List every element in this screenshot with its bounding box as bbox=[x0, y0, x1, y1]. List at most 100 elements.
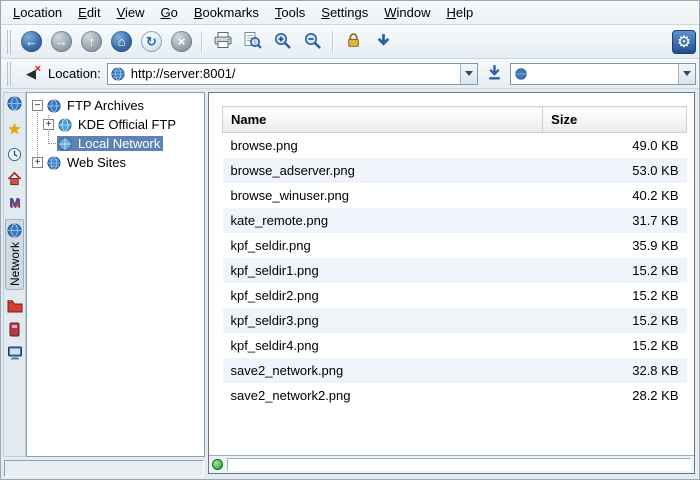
table-row[interactable]: kpf_seldir1.png 15.2 KB bbox=[223, 258, 687, 283]
up-icon: ↑ bbox=[81, 31, 102, 52]
metabar-icon: M bbox=[9, 195, 20, 210]
location-label: Location: bbox=[46, 66, 103, 81]
menubar-item[interactable]: Tools bbox=[267, 3, 313, 22]
file-name[interactable]: kpf_seldir3.png bbox=[223, 308, 543, 333]
clear-x-icon: × bbox=[35, 63, 41, 75]
file-name[interactable]: kate_remote.png bbox=[223, 208, 543, 233]
url-input[interactable] bbox=[128, 66, 460, 81]
web-sites-icon bbox=[46, 155, 61, 170]
locationbar-drag-handle[interactable] bbox=[7, 62, 13, 86]
toolbar-separator bbox=[332, 31, 334, 53]
file-name[interactable]: save2_network2.png bbox=[223, 383, 543, 408]
sidebar-tab-metabar[interactable]: M bbox=[5, 195, 24, 210]
file-size: 49.0 KB bbox=[543, 133, 687, 159]
table-row[interactable]: kpf_seldir2.png 15.2 KB bbox=[223, 283, 687, 308]
sidebar-tab-history[interactable] bbox=[5, 147, 24, 162]
table-row[interactable]: kpf_seldir.png 35.9 KB bbox=[223, 233, 687, 258]
zoom-out-button[interactable] bbox=[298, 27, 327, 56]
menubar-item[interactable]: Help bbox=[439, 3, 482, 22]
ftp-site-icon bbox=[57, 117, 72, 132]
url-dropdown-arrow[interactable] bbox=[460, 64, 477, 84]
menubar-item[interactable]: Window bbox=[376, 3, 438, 22]
file-name[interactable]: browse.png bbox=[223, 133, 543, 159]
forward-button[interactable]: → bbox=[47, 27, 76, 56]
home-icon bbox=[7, 171, 22, 186]
network-tree-panel: − FTP Archives + KDE Official FTP bbox=[26, 92, 205, 457]
sidebar-tab-bookmarks[interactable]: ★ bbox=[5, 120, 24, 138]
menubar-item[interactable]: Location bbox=[5, 3, 70, 22]
table-row[interactable]: kate_remote.png 31.7 KB bbox=[223, 208, 687, 233]
sidebar-tab-root-folder[interactable] bbox=[5, 299, 24, 313]
find-file-button[interactable] bbox=[238, 27, 267, 56]
back-button[interactable]: ← bbox=[17, 27, 46, 56]
selected-tree-item[interactable]: Local Network bbox=[57, 136, 163, 151]
forward-icon: → bbox=[51, 31, 72, 52]
clear-location-button[interactable]: ◀ × bbox=[20, 63, 42, 85]
menubar-item[interactable]: Edit bbox=[70, 3, 108, 22]
stop-button[interactable]: × bbox=[167, 27, 196, 56]
go-icon bbox=[486, 64, 503, 84]
secondary-dropdown-arrow[interactable] bbox=[678, 64, 695, 84]
file-name[interactable]: kpf_seldir2.png bbox=[223, 283, 543, 308]
sidebar-tab-network[interactable]: Network bbox=[5, 219, 24, 290]
view-status-field bbox=[227, 458, 691, 471]
directory-listing: Name Size browse.png 49.0 KB bbox=[209, 93, 694, 455]
print-button[interactable] bbox=[208, 27, 237, 56]
up-button[interactable]: ↑ bbox=[77, 27, 106, 56]
toolbar-drag-handle[interactable] bbox=[7, 30, 13, 54]
active-view-led-icon bbox=[212, 459, 223, 470]
menubar-item[interactable]: Go bbox=[153, 3, 186, 22]
file-size: 53.0 KB bbox=[543, 158, 687, 183]
home-button[interactable]: ⌂ bbox=[107, 27, 136, 56]
monitor-icon bbox=[7, 346, 23, 360]
security-button[interactable] bbox=[339, 27, 368, 56]
file-name[interactable]: kpf_seldir4.png bbox=[223, 333, 543, 358]
printer-icon bbox=[213, 31, 233, 52]
sidebar-tab-home[interactable] bbox=[5, 171, 24, 186]
table-row[interactable]: browse.png 49.0 KB bbox=[223, 133, 687, 159]
zoom-in-button[interactable] bbox=[268, 27, 297, 56]
expand-box-icon[interactable]: + bbox=[43, 119, 54, 130]
tree-item-label: Web Sites bbox=[64, 155, 129, 170]
menubar-item[interactable]: Settings bbox=[313, 3, 376, 22]
tree-item-kde-official-ftp[interactable]: + KDE Official FTP bbox=[27, 115, 204, 134]
table-row[interactable]: save2_network2.png 28.2 KB bbox=[223, 383, 687, 408]
device-icon bbox=[8, 322, 21, 337]
menubar: Location Edit View Go Bookmarks Tools Se… bbox=[1, 1, 699, 25]
tree-item-ftp-archives[interactable]: − FTP Archives bbox=[27, 96, 204, 115]
menubar-item[interactable]: View bbox=[109, 3, 153, 22]
file-name[interactable]: save2_network.png bbox=[223, 358, 543, 383]
tree-item-web-sites[interactable]: + Web Sites bbox=[27, 153, 204, 172]
expand-box-icon[interactable]: + bbox=[32, 157, 43, 168]
table-row[interactable]: kpf_seldir4.png 15.2 KB bbox=[223, 333, 687, 358]
menubar-item[interactable]: Bookmarks bbox=[186, 3, 267, 22]
arrow-down-icon bbox=[375, 32, 392, 52]
table-row[interactable]: browse_adserver.png 53.0 KB bbox=[223, 158, 687, 183]
tree-item-local-network[interactable]: Local Network bbox=[27, 134, 204, 153]
star-icon: ★ bbox=[8, 120, 21, 138]
file-size: 15.2 KB bbox=[543, 283, 687, 308]
stop-icon: × bbox=[171, 31, 192, 52]
table-row[interactable]: kpf_seldir3.png 15.2 KB bbox=[223, 308, 687, 333]
file-name[interactable]: browse_winuser.png bbox=[223, 183, 543, 208]
find-file-icon bbox=[243, 31, 262, 53]
reload-icon: ↻ bbox=[141, 31, 162, 52]
sidebar-tab-services[interactable] bbox=[5, 322, 24, 337]
file-name[interactable]: kpf_seldir1.png bbox=[223, 258, 543, 283]
tree-item-label: FTP Archives bbox=[64, 98, 147, 113]
secondary-input[interactable] bbox=[531, 66, 678, 81]
table-row[interactable]: save2_network.png 32.8 KB bbox=[223, 358, 687, 383]
scroll-down-button[interactable] bbox=[369, 27, 398, 56]
file-size: 35.9 KB bbox=[543, 233, 687, 258]
file-name[interactable]: kpf_seldir.png bbox=[223, 233, 543, 258]
view-statusbar bbox=[209, 455, 694, 473]
column-header-size: Size bbox=[543, 107, 687, 133]
file-name[interactable]: browse_adserver.png bbox=[223, 158, 543, 183]
sidebar-tab-system[interactable] bbox=[5, 346, 24, 360]
zoom-in-icon bbox=[273, 31, 292, 53]
reload-button[interactable]: ↻ bbox=[137, 27, 166, 56]
table-row[interactable]: browse_winuser.png 40.2 KB bbox=[223, 183, 687, 208]
collapse-box-icon[interactable]: − bbox=[32, 100, 43, 111]
sidebar-tab-web[interactable] bbox=[5, 96, 24, 111]
go-button[interactable] bbox=[482, 62, 506, 86]
